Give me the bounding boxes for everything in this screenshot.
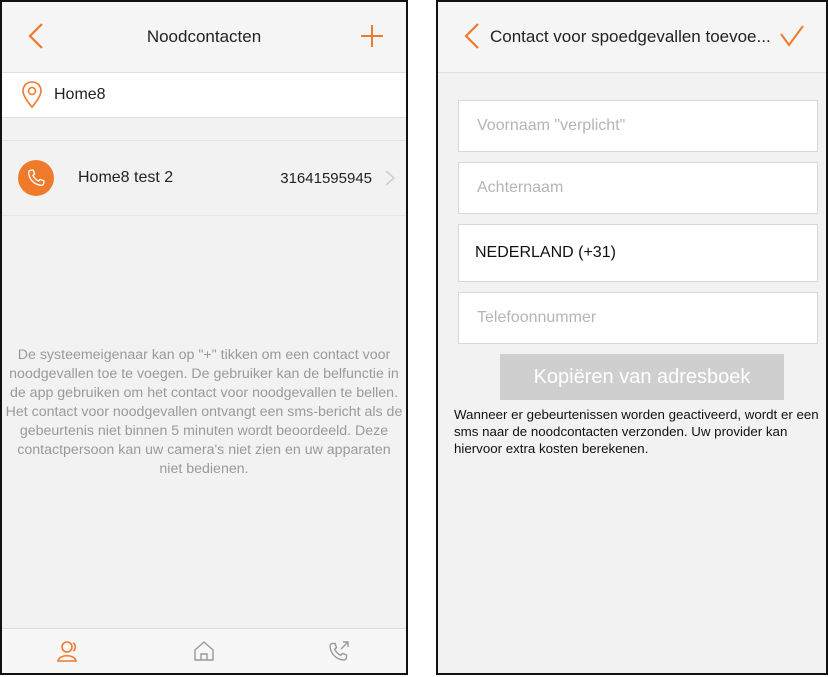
home-icon — [194, 641, 214, 661]
contacts-icon — [57, 641, 78, 662]
plus-icon — [361, 25, 383, 47]
page-title: Noodcontacten — [146, 27, 262, 46]
lastname-input[interactable] — [475, 178, 817, 198]
phone-field-wrapper — [458, 292, 818, 344]
tab-call[interactable] — [319, 633, 359, 669]
chevron-right-icon — [385, 170, 396, 186]
contact-avatar — [18, 160, 54, 196]
contact-phone-number: 31641595945 — [280, 169, 372, 187]
location-pin-icon — [22, 81, 42, 109]
tab-bar — [2, 628, 406, 673]
firstname-input[interactable] — [475, 116, 817, 136]
tab-home[interactable] — [184, 633, 224, 669]
lastname-field-wrapper — [458, 162, 818, 214]
location-row[interactable]: Home8 — [2, 73, 406, 118]
add-emergency-contact-screen: Contact voor spoedgevallen toevoe... NED… — [436, 0, 828, 675]
chevron-left-icon — [464, 23, 479, 49]
back-button[interactable] — [452, 16, 492, 56]
confirm-button[interactable] — [772, 16, 812, 56]
contact-form: NEDERLAND (+31) Kopiëren van adresboek — [458, 100, 818, 400]
phone-number-input[interactable] — [475, 308, 817, 328]
phone-icon — [27, 169, 45, 187]
tab-contacts[interactable] — [49, 633, 89, 669]
header: Contact voor spoedgevallen toevoe... — [438, 2, 826, 73]
country-value: NEDERLAND (+31) — [475, 244, 616, 261]
sms-cost-note: Wanneer er gebeurtenissen worden geactiv… — [454, 407, 819, 456]
call-icon — [328, 641, 349, 661]
add-contact-button[interactable] — [352, 16, 392, 56]
contact-list-item[interactable]: Home8 test 2 31641595945 — [2, 141, 406, 216]
emergency-contacts-screen: Noodcontacten Home8 Home8 test 2 3164159… — [0, 0, 408, 675]
firstname-field-wrapper — [458, 100, 818, 152]
country-select[interactable]: NEDERLAND (+31) — [458, 224, 818, 282]
copy-from-addressbook-button[interactable]: Kopiëren van adresboek — [500, 354, 784, 400]
contact-name: Home8 test 2 — [78, 169, 174, 186]
location-name: Home8 — [54, 86, 106, 103]
divider — [2, 118, 406, 141]
info-text: De systeemeigenaar kan op "+" tikken om … — [5, 347, 403, 477]
page-title: Contact voor spoedgevallen toevoe... — [490, 27, 771, 46]
checkmark-icon — [780, 25, 804, 47]
header: Noodcontacten — [2, 2, 406, 73]
